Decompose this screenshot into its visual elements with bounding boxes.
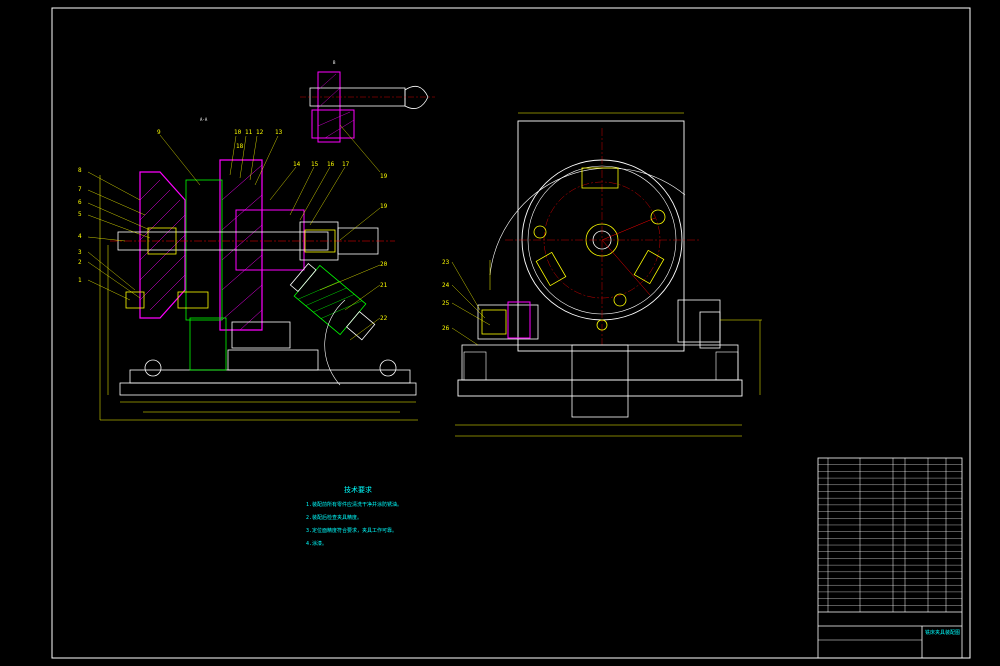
balloon: 23 — [442, 259, 450, 266]
balloon: 25 — [442, 300, 450, 307]
tech-req-item: 4.涂漆。 — [306, 540, 327, 547]
balloon: 1 — [78, 277, 82, 284]
view-label-aa: A-A — [200, 117, 208, 122]
right-front-view: 23 24 25 26 — [442, 112, 762, 437]
balloon: 5 — [78, 211, 82, 218]
tech-req-item: 1.装配前所有零件应清洗干净并涂防锈油。 — [306, 501, 402, 508]
balloon: 6 — [78, 199, 82, 206]
tech-req-title: 技术要求 — [344, 485, 372, 494]
balloon: 7 — [78, 186, 82, 193]
cad-drawing-sheet: 9 10 11 12 13 14 15 16 17 18 8 7 6 5 4 3… — [51, 7, 971, 659]
balloon: 26 — [442, 325, 450, 332]
balloon: 3 — [78, 249, 82, 256]
balloon: 24 — [442, 282, 450, 289]
balloon: 13 — [275, 129, 283, 136]
balloon: 20 — [380, 261, 388, 268]
balloon: 11 — [245, 129, 253, 136]
balloon: 21 — [380, 282, 388, 289]
drawing-title: 铣床夹具装配图 — [925, 629, 960, 636]
balloon: 18 — [236, 143, 244, 150]
balloon: 12 — [256, 129, 264, 136]
balloon: 4 — [78, 233, 82, 240]
balloon: 2 — [78, 259, 82, 266]
balloon: 9 — [157, 129, 161, 136]
balloon: 17 — [342, 161, 350, 168]
balloon: 8 — [78, 167, 82, 174]
balloon: 19 — [380, 173, 388, 180]
view-label-b: B — [333, 60, 336, 65]
title-block: 铣床夹具装配图 — [817, 457, 963, 659]
tech-req-item: 3.定位面精度符合要求，夹具工作可靠。 — [306, 527, 397, 534]
balloon: 22 — [380, 315, 388, 322]
balloon: 14 — [293, 161, 301, 168]
balloon: 19 — [380, 203, 388, 210]
detail-view-b: B 19 — [300, 60, 435, 180]
left-section-view: 9 10 11 12 13 14 15 16 17 18 8 7 6 5 4 3… — [78, 117, 418, 421]
balloon: 16 — [327, 161, 335, 168]
balloon: 10 — [234, 129, 242, 136]
tech-req-item: 2.装配后检查夹具精度。 — [306, 514, 362, 521]
balloon: 15 — [311, 161, 319, 168]
technical-requirements: 技术要求 1.装配前所有零件应清洗干净并涂防锈油。 2.装配后检查夹具精度。 3… — [306, 485, 402, 547]
